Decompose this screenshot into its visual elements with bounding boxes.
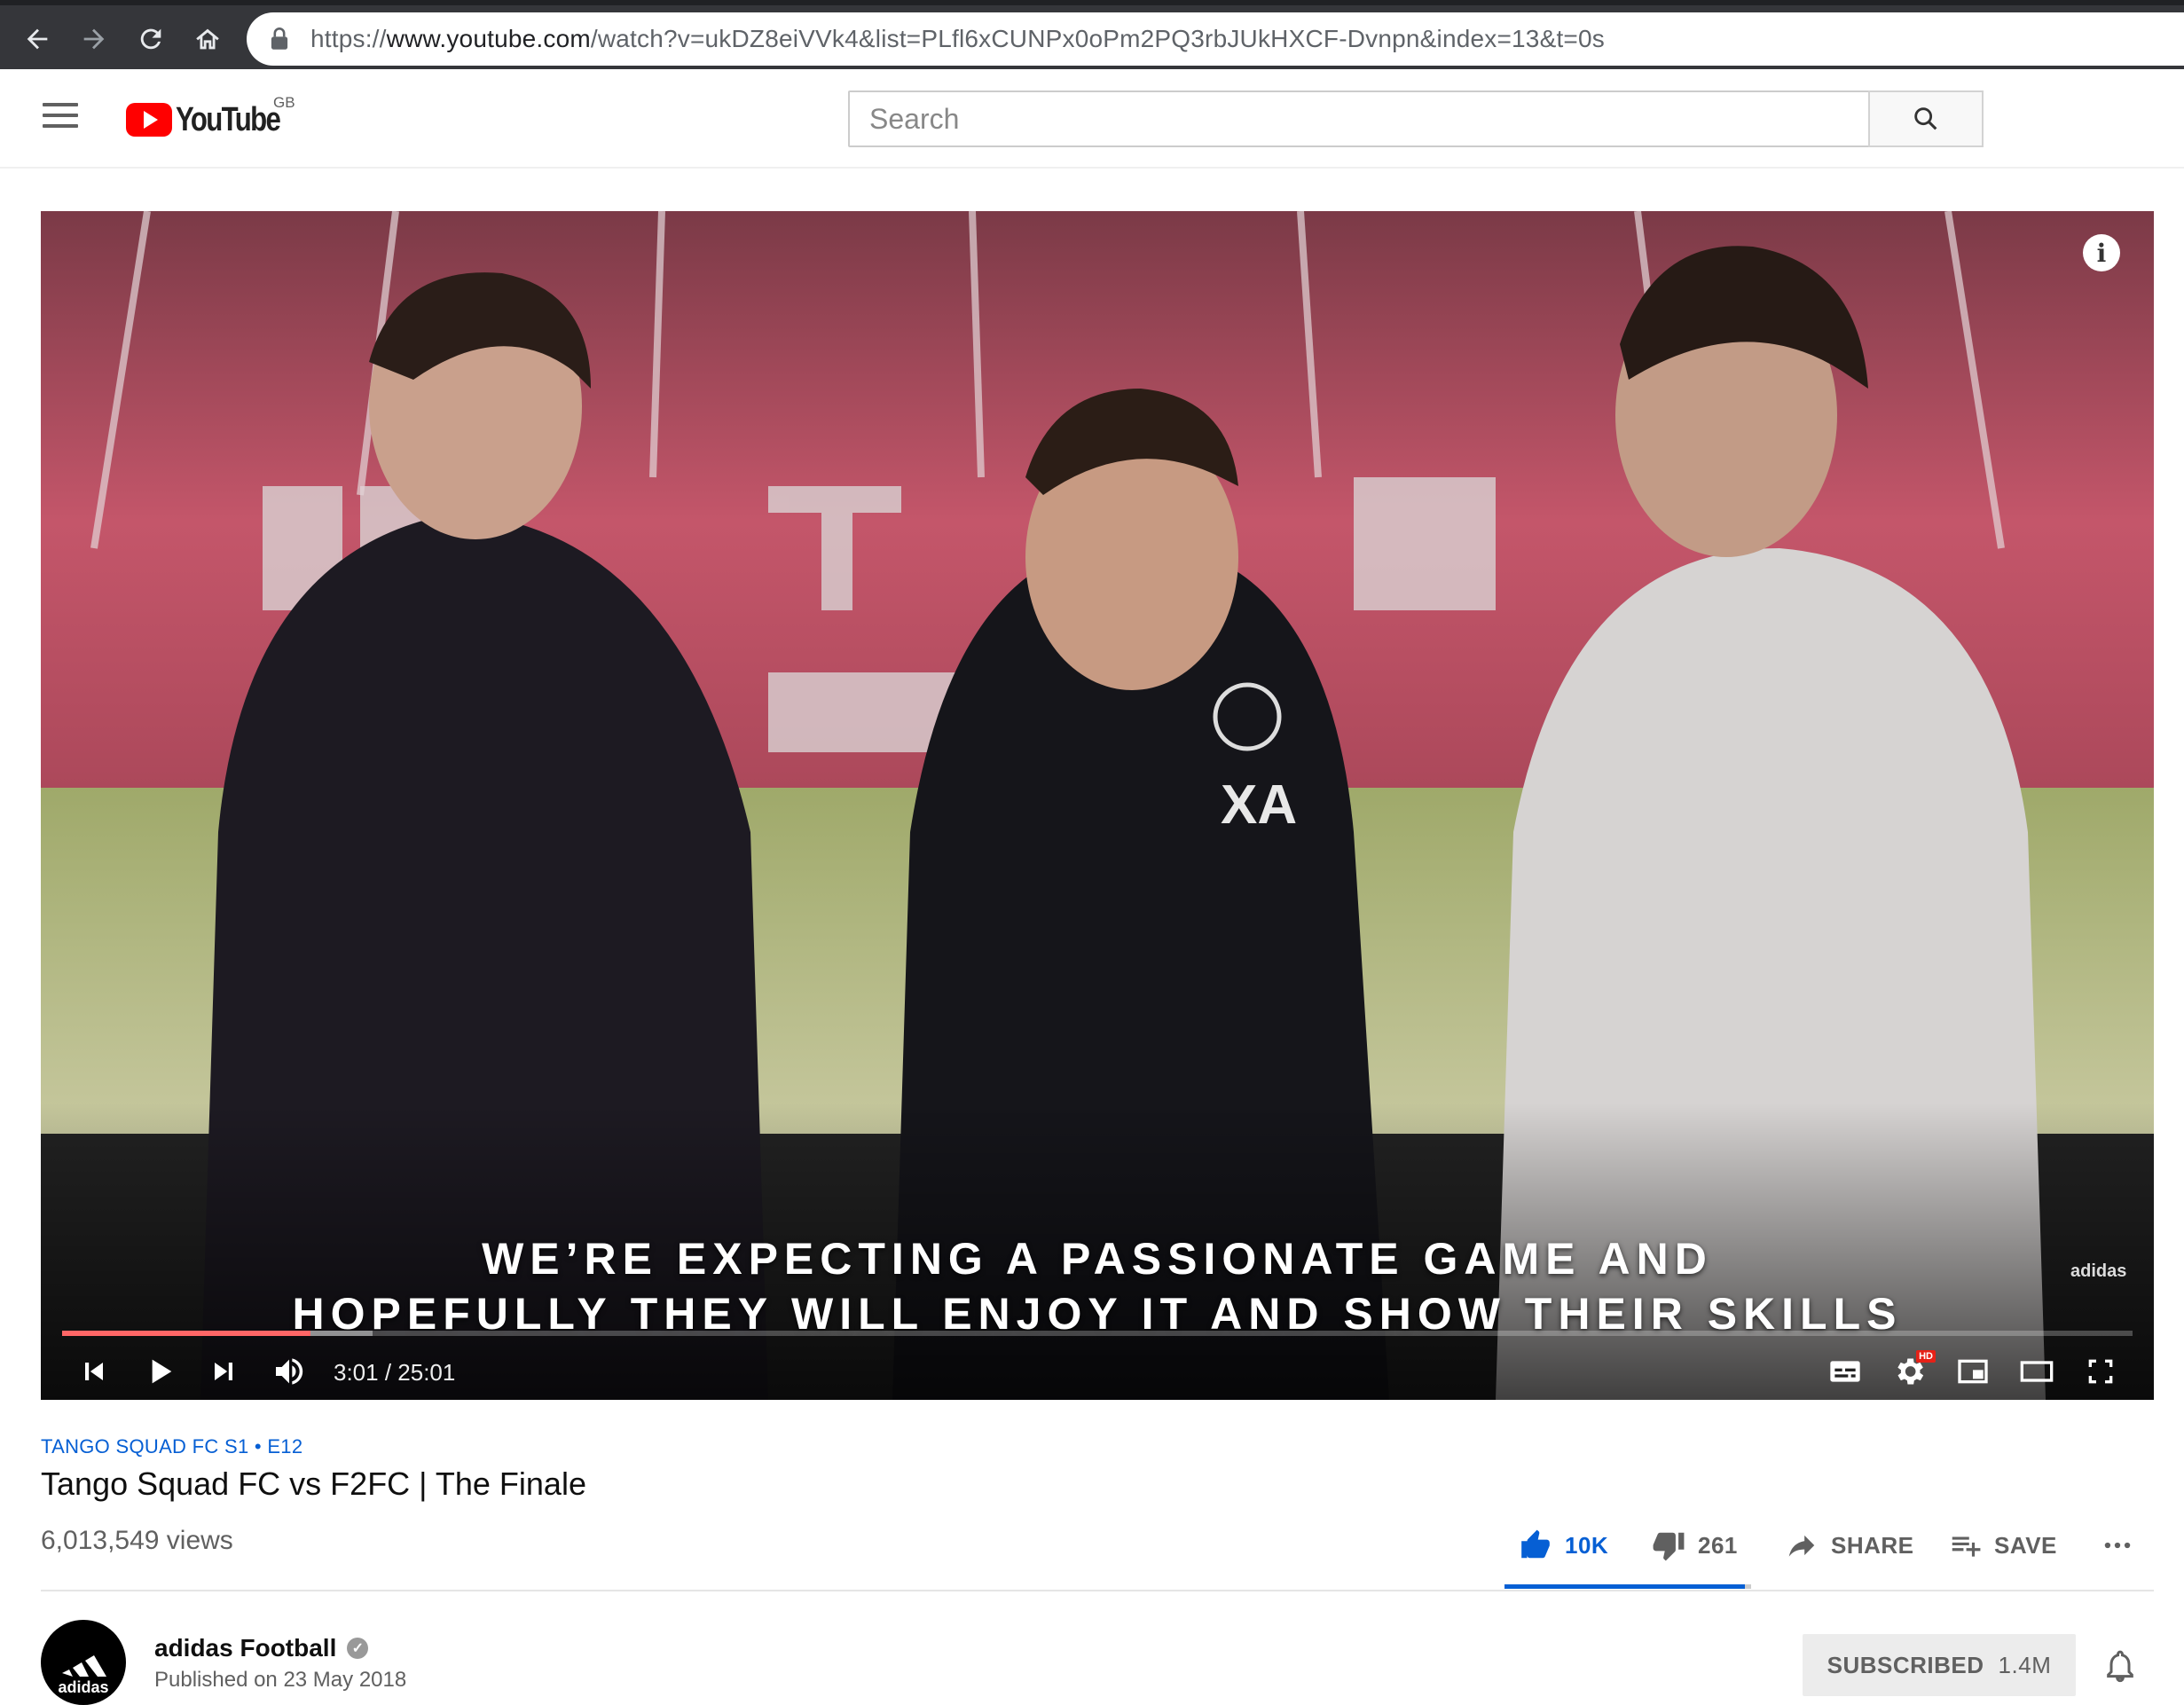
video-frame: XA — [41, 211, 2154, 1400]
adidas-watermark: adidas — [2070, 1261, 2127, 1281]
avatar-wordmark: adidas — [58, 1678, 109, 1696]
search-button[interactable] — [1868, 90, 1984, 147]
publish-date: Published on 23 May 2018 — [154, 1668, 407, 1692]
hamburger-icon-line — [43, 114, 78, 117]
subtitles-button[interactable] — [1824, 1350, 1866, 1393]
youtube-logo[interactable]: YouTube GB — [126, 94, 302, 138]
back-button[interactable] — [18, 20, 57, 59]
sentiment-bar — [1504, 1584, 1751, 1589]
channel-name-link[interactable]: adidas Football ✓ — [154, 1634, 369, 1662]
arrow-left-icon — [27, 28, 48, 50]
volume-icon — [276, 1358, 303, 1385]
captions-icon — [1830, 1361, 1860, 1382]
search-box — [848, 90, 1870, 147]
channel-avatar[interactable]: adidas — [41, 1620, 126, 1705]
skip-next-icon — [215, 1363, 232, 1380]
thumbs-down-icon — [1653, 1532, 1685, 1561]
miniplayer-icon — [1958, 1359, 1988, 1384]
like-button[interactable]: 10K — [1519, 1528, 1608, 1563]
search-input[interactable] — [869, 102, 1868, 136]
reload-icon — [140, 28, 161, 50]
arrow-right-icon — [83, 28, 105, 50]
guide-menu-button[interactable] — [43, 103, 78, 133]
save-label: SAVE — [1994, 1531, 2057, 1559]
info-card-button[interactable]: i — [2083, 234, 2120, 271]
miniplayer-button[interactable] — [1952, 1350, 1994, 1393]
theater-icon — [2020, 1361, 2054, 1382]
video-title: Tango Squad FC vs F2FC | The Finale — [41, 1465, 586, 1502]
fullscreen-button[interactable] — [2079, 1350, 2122, 1393]
youtube-play-icon — [126, 103, 172, 137]
more-actions-button[interactable] — [2101, 1528, 2147, 1563]
fullscreen-icon — [2088, 1359, 2113, 1384]
notification-bell-icon[interactable] — [2102, 1648, 2138, 1684]
reload-button[interactable] — [131, 20, 170, 59]
progress-buffer — [62, 1331, 373, 1336]
subscribe-button[interactable]: SUBSCRIBED 1.4M — [1803, 1634, 2076, 1696]
caption-line-1: WE’RE EXPECTING A PASSIONATE GAME AND — [482, 1234, 1713, 1284]
share-button[interactable]: SHARE — [1785, 1528, 1914, 1563]
youtube-header: YouTube GB — [0, 69, 2184, 169]
next-button[interactable] — [202, 1350, 245, 1393]
dislike-button[interactable]: 261 — [1652, 1528, 1738, 1563]
logo-wordmark: YouTube — [176, 100, 281, 138]
time-display: 3:01 / 25:01 — [334, 1359, 456, 1386]
playlist-add-icon — [1952, 1536, 1981, 1557]
save-button[interactable]: SAVE — [1948, 1528, 2057, 1563]
subscribe-label: SUBSCRIBED — [1827, 1651, 1984, 1678]
player-controls: 3:01 / 25:01 HD — [41, 1347, 2154, 1400]
more-horiz-icon — [2104, 1542, 2131, 1549]
divider — [41, 1590, 2154, 1591]
share-label: SHARE — [1831, 1531, 1914, 1559]
settings-button[interactable]: HD — [1888, 1350, 1936, 1393]
like-count: 10K — [1565, 1531, 1609, 1559]
adidas-logo-icon — [62, 1655, 106, 1677]
video-player[interactable]: XA i WE’RE EXPECTING A PASSIONATE GAME A… — [41, 211, 2154, 1400]
play-button[interactable] — [138, 1350, 181, 1393]
channel-name: adidas Football — [154, 1634, 337, 1662]
browser-toolbar: https://www.youtube.com/watch?v=ukDZ8eiV… — [0, 0, 2184, 69]
thumbs-up-icon — [1521, 1529, 1550, 1559]
progress-bar[interactable] — [62, 1331, 2133, 1336]
hamburger-icon-line — [43, 124, 78, 128]
share-icon — [1788, 1535, 1815, 1557]
search-icon — [1914, 107, 1937, 130]
url-text: https://www.youtube.com/watch?v=ukDZ8eiV… — [310, 25, 1605, 52]
play-icon — [152, 1359, 172, 1384]
hamburger-icon — [43, 103, 78, 106]
series-link[interactable]: TANGO SQUAD FC S1 • E12 — [41, 1435, 302, 1458]
lock-icon — [271, 28, 288, 50]
info-icon: i — [2096, 238, 2107, 268]
forward-button[interactable] — [75, 20, 114, 59]
address-bar[interactable]: https://www.youtube.com/watch?v=ukDZ8eiV… — [247, 12, 2184, 66]
dislike-count: 261 — [1698, 1531, 1738, 1559]
country-code: GB — [273, 94, 295, 111]
subscriber-count: 1.4M — [1998, 1651, 2052, 1678]
sentiment-like-fill — [1504, 1584, 1746, 1589]
mute-button[interactable] — [268, 1350, 310, 1393]
hd-badge: HD — [1916, 1350, 1936, 1363]
home-button[interactable] — [188, 20, 227, 59]
theater-mode-button[interactable] — [2015, 1350, 2058, 1393]
verified-check-icon: ✓ — [347, 1638, 369, 1659]
home-icon — [196, 28, 219, 50]
view-count: 6,013,549 views — [41, 1526, 233, 1555]
skip-previous-icon — [85, 1363, 103, 1380]
previous-button[interactable] — [73, 1350, 115, 1393]
